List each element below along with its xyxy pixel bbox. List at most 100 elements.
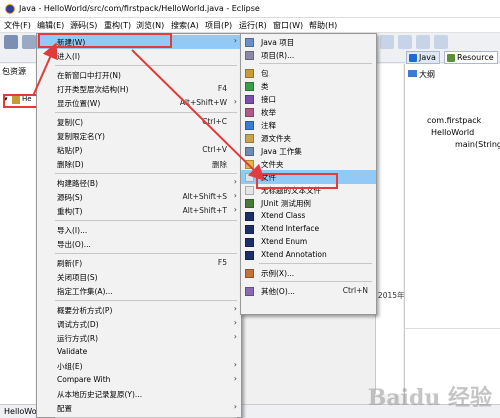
toolbar-icon[interactable]: [398, 35, 412, 49]
submenu-item[interactable]: Xtend Annotation: [241, 248, 376, 262]
package-explorer-tab[interactable]: 包资源: [2, 66, 26, 77]
menu-navigate[interactable]: 浏览(N): [136, 20, 164, 31]
menu-separator: [55, 65, 237, 66]
context-menu-item[interactable]: 配置 ›: [37, 401, 241, 415]
submenu-item[interactable]: 接口: [241, 92, 376, 106]
context-menu-item[interactable]: 构建路径(B) ›: [37, 176, 241, 190]
context-menu-item[interactable]: 在新窗口中打开(N): [37, 68, 241, 82]
submenu-item[interactable]: 类: [241, 79, 376, 93]
menu-separator: [55, 173, 237, 174]
context-menu-item[interactable]: 小组(E) ›: [37, 359, 241, 373]
menu-refactor[interactable]: 重构(T): [104, 20, 131, 31]
submenu-item[interactable]: Java 工作集: [241, 144, 376, 158]
context-menu-item[interactable]: 源码(S) Alt+Shift+S ›: [37, 190, 241, 204]
menu-item-label: Validate: [57, 347, 88, 356]
menu-item-label: Java 工作集: [261, 147, 302, 156]
submenu-arrow-icon: ›: [233, 402, 237, 411]
submenu-item[interactable]: 源文件夹: [241, 131, 376, 145]
context-menu-item[interactable]: 进入(I): [37, 49, 241, 63]
menu-help[interactable]: 帮助(H): [309, 20, 337, 31]
menu-file[interactable]: 文件(F): [4, 20, 31, 31]
context-menu-item[interactable]: 复制(C) Ctrl+C: [37, 115, 241, 129]
menu-item-label: 导出(O)...: [57, 240, 91, 249]
submenu-item[interactable]: Java 项目: [241, 35, 376, 49]
context-menu-item[interactable]: 从本地历史记录复原(Y)...: [37, 387, 241, 401]
menu-search[interactable]: 搜索(A): [171, 20, 199, 31]
context-menu-item[interactable]: 删除(D) 删除: [37, 157, 241, 171]
submenu-item[interactable]: Xtend Interface: [241, 222, 376, 236]
submenu-item[interactable]: JUnit 测试用例: [241, 196, 376, 210]
context-menu-item[interactable]: 重构(T) Alt+Shift+T ›: [37, 204, 241, 218]
menu-item-label: Xtend Class: [261, 211, 306, 220]
menu-source[interactable]: 源码(S): [70, 20, 97, 31]
watermark: Baidu 经验: [367, 385, 492, 411]
context-menu-item[interactable]: 关闭项目(S): [37, 270, 241, 284]
submenu-item[interactable]: Xtend Enum: [241, 235, 376, 249]
outline-item-method[interactable]: main(String: [455, 140, 500, 149]
menu-item-label: 复制(C): [57, 118, 84, 127]
menu-item-label: 重构(T): [57, 207, 83, 216]
outline-tab[interactable]: 大纲: [419, 69, 435, 80]
resource-perspective-label: Resource: [457, 53, 494, 62]
menu-item-shortcut: Ctrl+N: [342, 286, 368, 295]
enum-icon: [245, 108, 254, 117]
toolbar-icon[interactable]: [416, 35, 430, 49]
context-menu-item[interactable]: 概要分析方式(P) ›: [37, 303, 241, 317]
outline-item-package[interactable]: com.firstpack: [427, 116, 481, 125]
menu-project[interactable]: 项目(P): [205, 20, 232, 31]
menu-item-label: 源码(S): [57, 193, 83, 202]
context-menu-item[interactable]: 运行方式(R) ›: [37, 331, 241, 345]
menu-item-label: Java 项目: [261, 38, 295, 47]
new-icon[interactable]: [4, 35, 18, 49]
submenu-item[interactable]: 示例(X)...: [241, 266, 376, 280]
java-perspective-button[interactable]: Java: [406, 51, 440, 64]
window-title: Java - HelloWorld/src/com/firstpack/Hell…: [19, 4, 260, 13]
outline-item-class[interactable]: HelloWorld: [431, 128, 474, 137]
menu-item-label: 在新窗口中打开(N): [57, 71, 121, 80]
title-bar: Java - HelloWorld/src/com/firstpack/Hell…: [0, 0, 500, 18]
menu-separator: [259, 63, 372, 64]
context-menu-item[interactable]: 显示位置(W) Alt+Shift+W ›: [37, 96, 241, 110]
menu-item-label: 导入(I)...: [57, 226, 88, 235]
menu-item-label: 粘贴(P): [57, 146, 83, 155]
resource-perspective-button[interactable]: Resource: [444, 51, 498, 64]
submenu-item[interactable]: 注释: [241, 118, 376, 132]
menu-window[interactable]: 窗口(W): [273, 20, 303, 31]
submenu-item[interactable]: 文件夹: [241, 157, 376, 171]
submenu-item[interactable]: 其他(O)... Ctrl+N: [241, 284, 376, 298]
submenu-item[interactable]: 枚举: [241, 105, 376, 119]
java-perspective-label: Java: [419, 53, 436, 62]
toolbar-icon[interactable]: [434, 35, 448, 49]
menu-item-shortcut: 删除: [212, 160, 227, 169]
context-menu-item[interactable]: 打开类型层次结构(H) F4: [37, 82, 241, 96]
submenu-item[interactable]: Xtend Class: [241, 209, 376, 223]
menu-item-label: 调试方式(D): [57, 320, 99, 329]
menu-item-label: 删除(D): [57, 160, 84, 169]
menu-item-shortcut: Alt+Shift+T: [182, 206, 227, 215]
menu-item-label: 复制限定名(Y): [57, 132, 105, 141]
project-icon: [245, 51, 254, 60]
save-icon[interactable]: [22, 35, 36, 49]
menu-item-label: 包: [261, 69, 269, 78]
submenu-item[interactable]: 项目(R)...: [241, 48, 376, 62]
context-menu-item[interactable]: 指定工作集(A)...: [37, 284, 241, 298]
context-menu-item[interactable]: Compare With ›: [37, 373, 241, 387]
context-menu-item[interactable]: 粘贴(P) Ctrl+V: [37, 143, 241, 157]
menu-item-label: 概要分析方式(P): [57, 306, 113, 315]
context-menu-item[interactable]: 刷新(F) F5: [37, 256, 241, 270]
context-menu-item[interactable]: 调试方式(D) ›: [37, 317, 241, 331]
folder-icon: [245, 160, 254, 169]
submenu-item[interactable]: 包: [241, 66, 376, 80]
context-menu-item[interactable]: Validate: [37, 345, 241, 359]
menu-run[interactable]: 运行(R): [239, 20, 267, 31]
menu-edit[interactable]: 编辑(E): [37, 20, 64, 31]
context-menu-item[interactable]: 导出(O)...: [37, 237, 241, 251]
toolbar-icon[interactable]: [380, 35, 394, 49]
context-menu-item[interactable]: 复制限定名(Y): [37, 129, 241, 143]
editor-area[interactable]: [375, 64, 403, 394]
menu-item-label: 类: [261, 82, 269, 91]
file-icon: [245, 173, 254, 182]
menu-item-label: 接口: [261, 95, 276, 104]
menu-separator: [55, 112, 237, 113]
context-menu-item[interactable]: 导入(I)...: [37, 223, 241, 237]
